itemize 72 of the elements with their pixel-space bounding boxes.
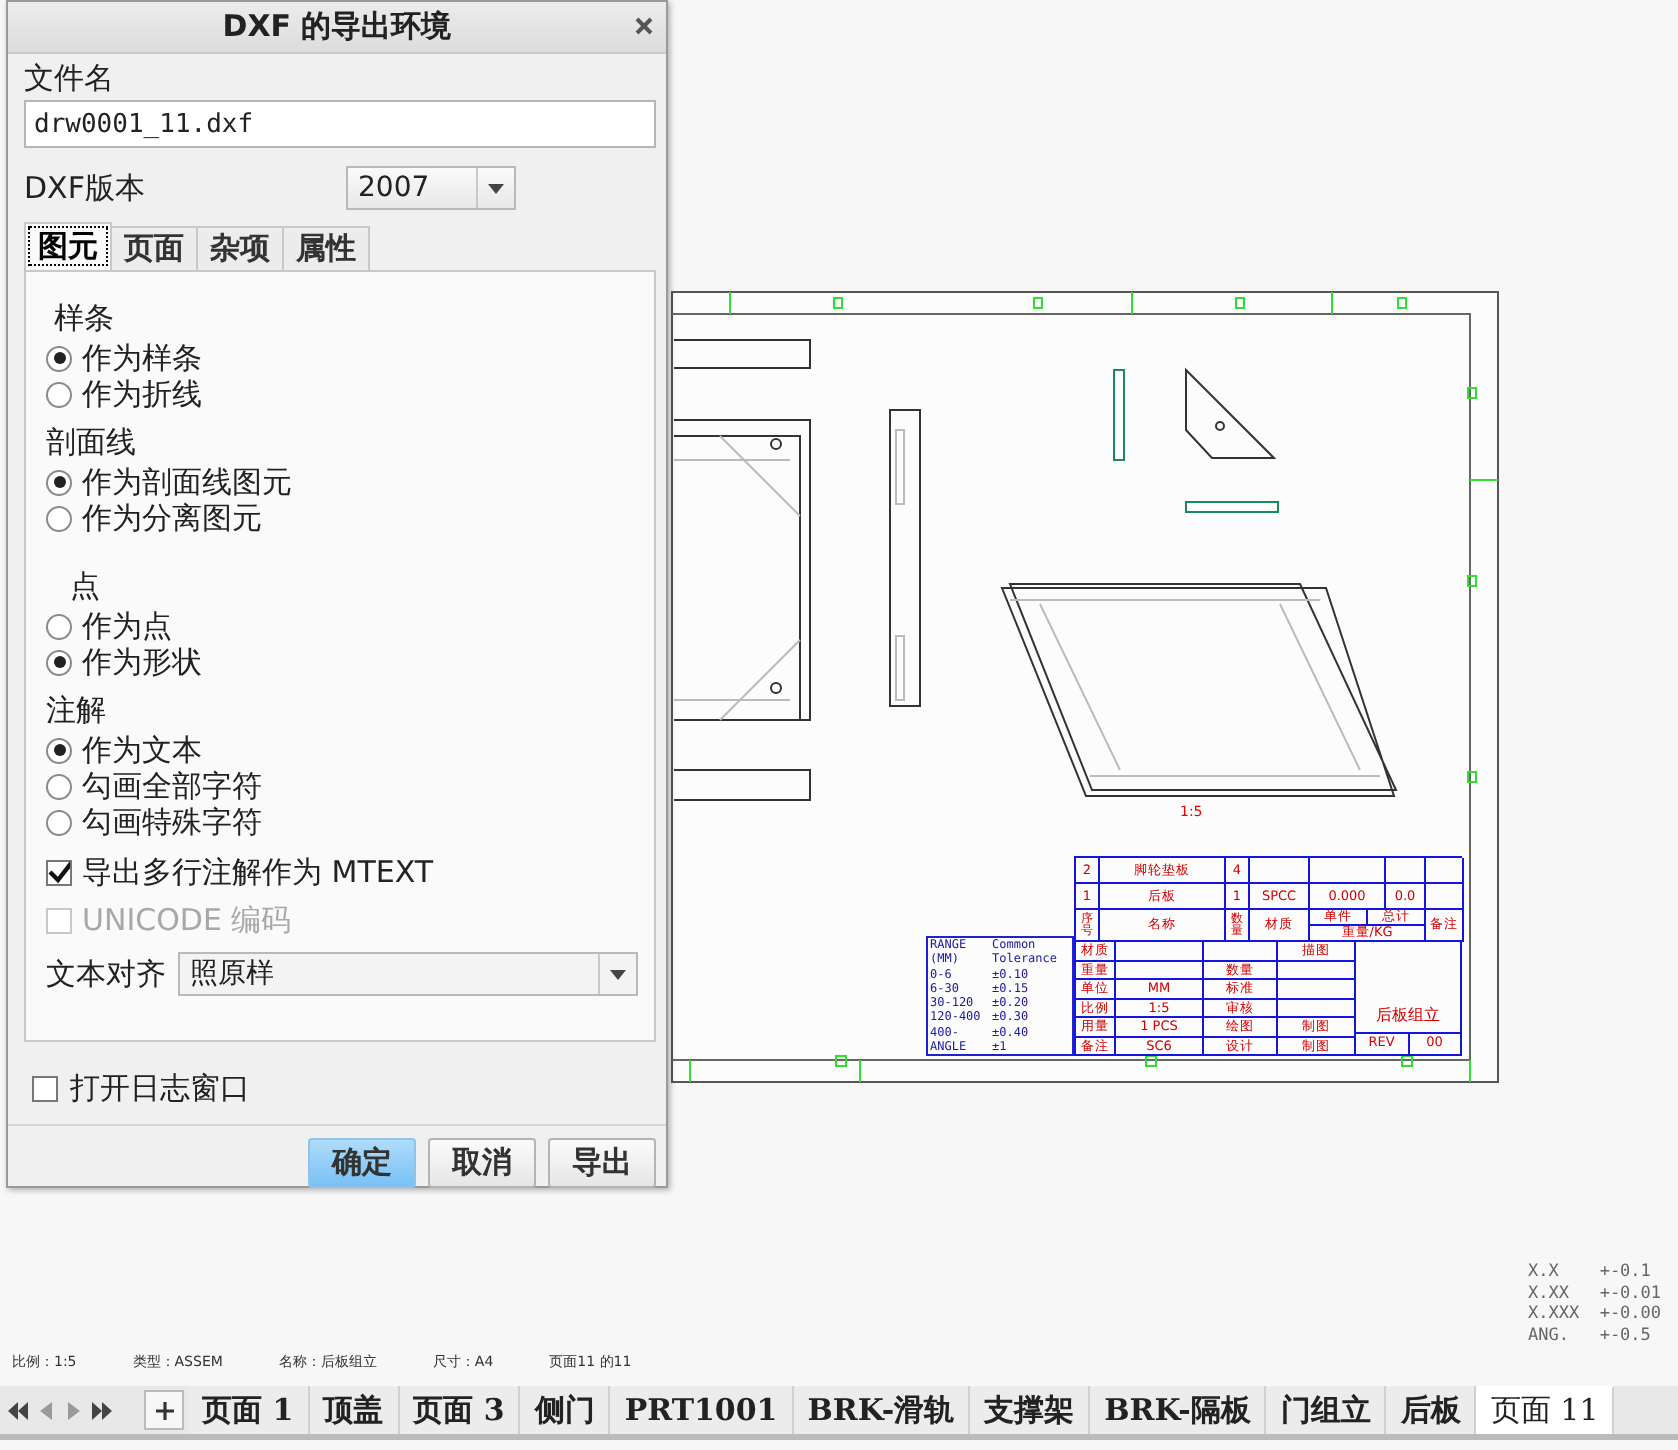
radio-button[interactable]	[46, 613, 72, 639]
tab[interactable]: 图元	[24, 222, 112, 270]
group-label: 剖面线	[46, 422, 138, 464]
radio-label: 作为折线	[82, 376, 202, 412]
tolerance-note: ANG. +-0.5	[1528, 1325, 1653, 1346]
radio-button[interactable]	[46, 773, 72, 799]
dialog-title: DXF 的导出环境	[222, 8, 452, 46]
radio-label: 作为样条	[82, 340, 202, 376]
radio-label: 作为文本	[82, 732, 202, 768]
dropdown-arrow-icon	[488, 183, 504, 193]
file-name-field[interactable]: drw0001_11.dxf	[24, 100, 656, 148]
sheet-tab[interactable]: BRK-滑轨	[793, 1386, 971, 1434]
sheet-tab[interactable]: 后板	[1386, 1386, 1477, 1434]
radio-button[interactable]	[46, 381, 72, 407]
empty-table-cell	[1426, 858, 1464, 884]
sheet-tab[interactable]: 门组立	[1266, 1386, 1387, 1434]
radio-button[interactable]	[46, 505, 72, 531]
radio-button[interactable]	[46, 469, 72, 495]
file-name-label: 文件名	[24, 58, 116, 98]
empty-table-cell	[1278, 999, 1356, 1018]
empty-table-cell	[1278, 980, 1356, 999]
tolerance-note: X.XX +-0.01	[1528, 1283, 1662, 1304]
dropdown-arrow-icon	[610, 969, 626, 979]
dialog-button[interactable]: 取消	[428, 1138, 536, 1188]
checkbox-label: UNICODE 编码	[82, 900, 292, 942]
sheet-tab[interactable]: 支撑架	[970, 1386, 1091, 1434]
radio-label: 勾画特殊字符	[82, 804, 262, 840]
radio-label: 作为形状	[82, 644, 202, 680]
radio-label: 作为分离图元	[82, 500, 262, 536]
tab[interactable]: 杂项	[196, 226, 284, 270]
empty-table-cell	[1278, 961, 1356, 980]
radio-label: 作为剖面线图元	[82, 464, 292, 500]
add-sheet-button[interactable]	[144, 1390, 184, 1430]
empty-table-cell	[1116, 961, 1204, 980]
group-label: 样条	[52, 298, 116, 340]
sheet-tab[interactable]: 页面 3	[399, 1386, 521, 1434]
radio-button[interactable]	[46, 737, 72, 763]
first-page-icon[interactable]	[8, 1401, 28, 1419]
group-label: 注解	[46, 690, 108, 732]
last-page-icon[interactable]	[92, 1401, 112, 1419]
checkbox[interactable]	[46, 859, 72, 885]
sheet-tab[interactable]: 顶盖	[309, 1386, 400, 1434]
sheet-tab[interactable]: 页面 1	[188, 1386, 310, 1434]
radio-label: 勾画全部字符	[82, 768, 262, 804]
close-icon[interactable]	[634, 16, 654, 36]
tolerance-note: X.X +-0.1	[1528, 1262, 1653, 1283]
sheet-tab[interactable]: 页面 11	[1476, 1386, 1615, 1434]
text-align-label: 文本对齐	[46, 954, 166, 994]
empty-table-cell	[1426, 884, 1464, 910]
checkbox[interactable]	[32, 1076, 58, 1102]
sheet-tab[interactable]: BRK-隔板	[1090, 1386, 1267, 1434]
plus-icon	[155, 1401, 173, 1419]
radio-button[interactable]	[46, 345, 72, 371]
tab[interactable]: 属性	[282, 226, 370, 270]
dxf-version-label: DXF版本	[24, 168, 147, 208]
text-align-dropdown[interactable]: 照原样	[178, 952, 638, 996]
tab[interactable]: 页面	[110, 226, 198, 270]
sheet-tab[interactable]: 侧门	[520, 1386, 611, 1434]
tolerance-note: X.XXX +-0.00	[1528, 1304, 1662, 1325]
empty-table-cell	[1116, 942, 1204, 961]
radio-label: 作为点	[82, 608, 172, 644]
empty-table-cell	[1204, 942, 1278, 961]
checkbox-label: 导出多行注解作为 MTEXT	[82, 852, 434, 894]
dialog-button[interactable]: 确定	[308, 1138, 416, 1188]
sheet-tab[interactable]: PRT1001	[610, 1386, 794, 1434]
product-name: 后板组立	[1374, 1004, 1442, 1028]
dxf-version-dropdown[interactable]: 2007	[346, 166, 516, 210]
dialog-button[interactable]: 导出	[548, 1138, 656, 1188]
checkbox-label: 打开日志窗口	[70, 1070, 250, 1108]
radio-button[interactable]	[46, 649, 72, 675]
group-label: 点	[68, 566, 102, 608]
radio-button[interactable]	[46, 809, 72, 835]
